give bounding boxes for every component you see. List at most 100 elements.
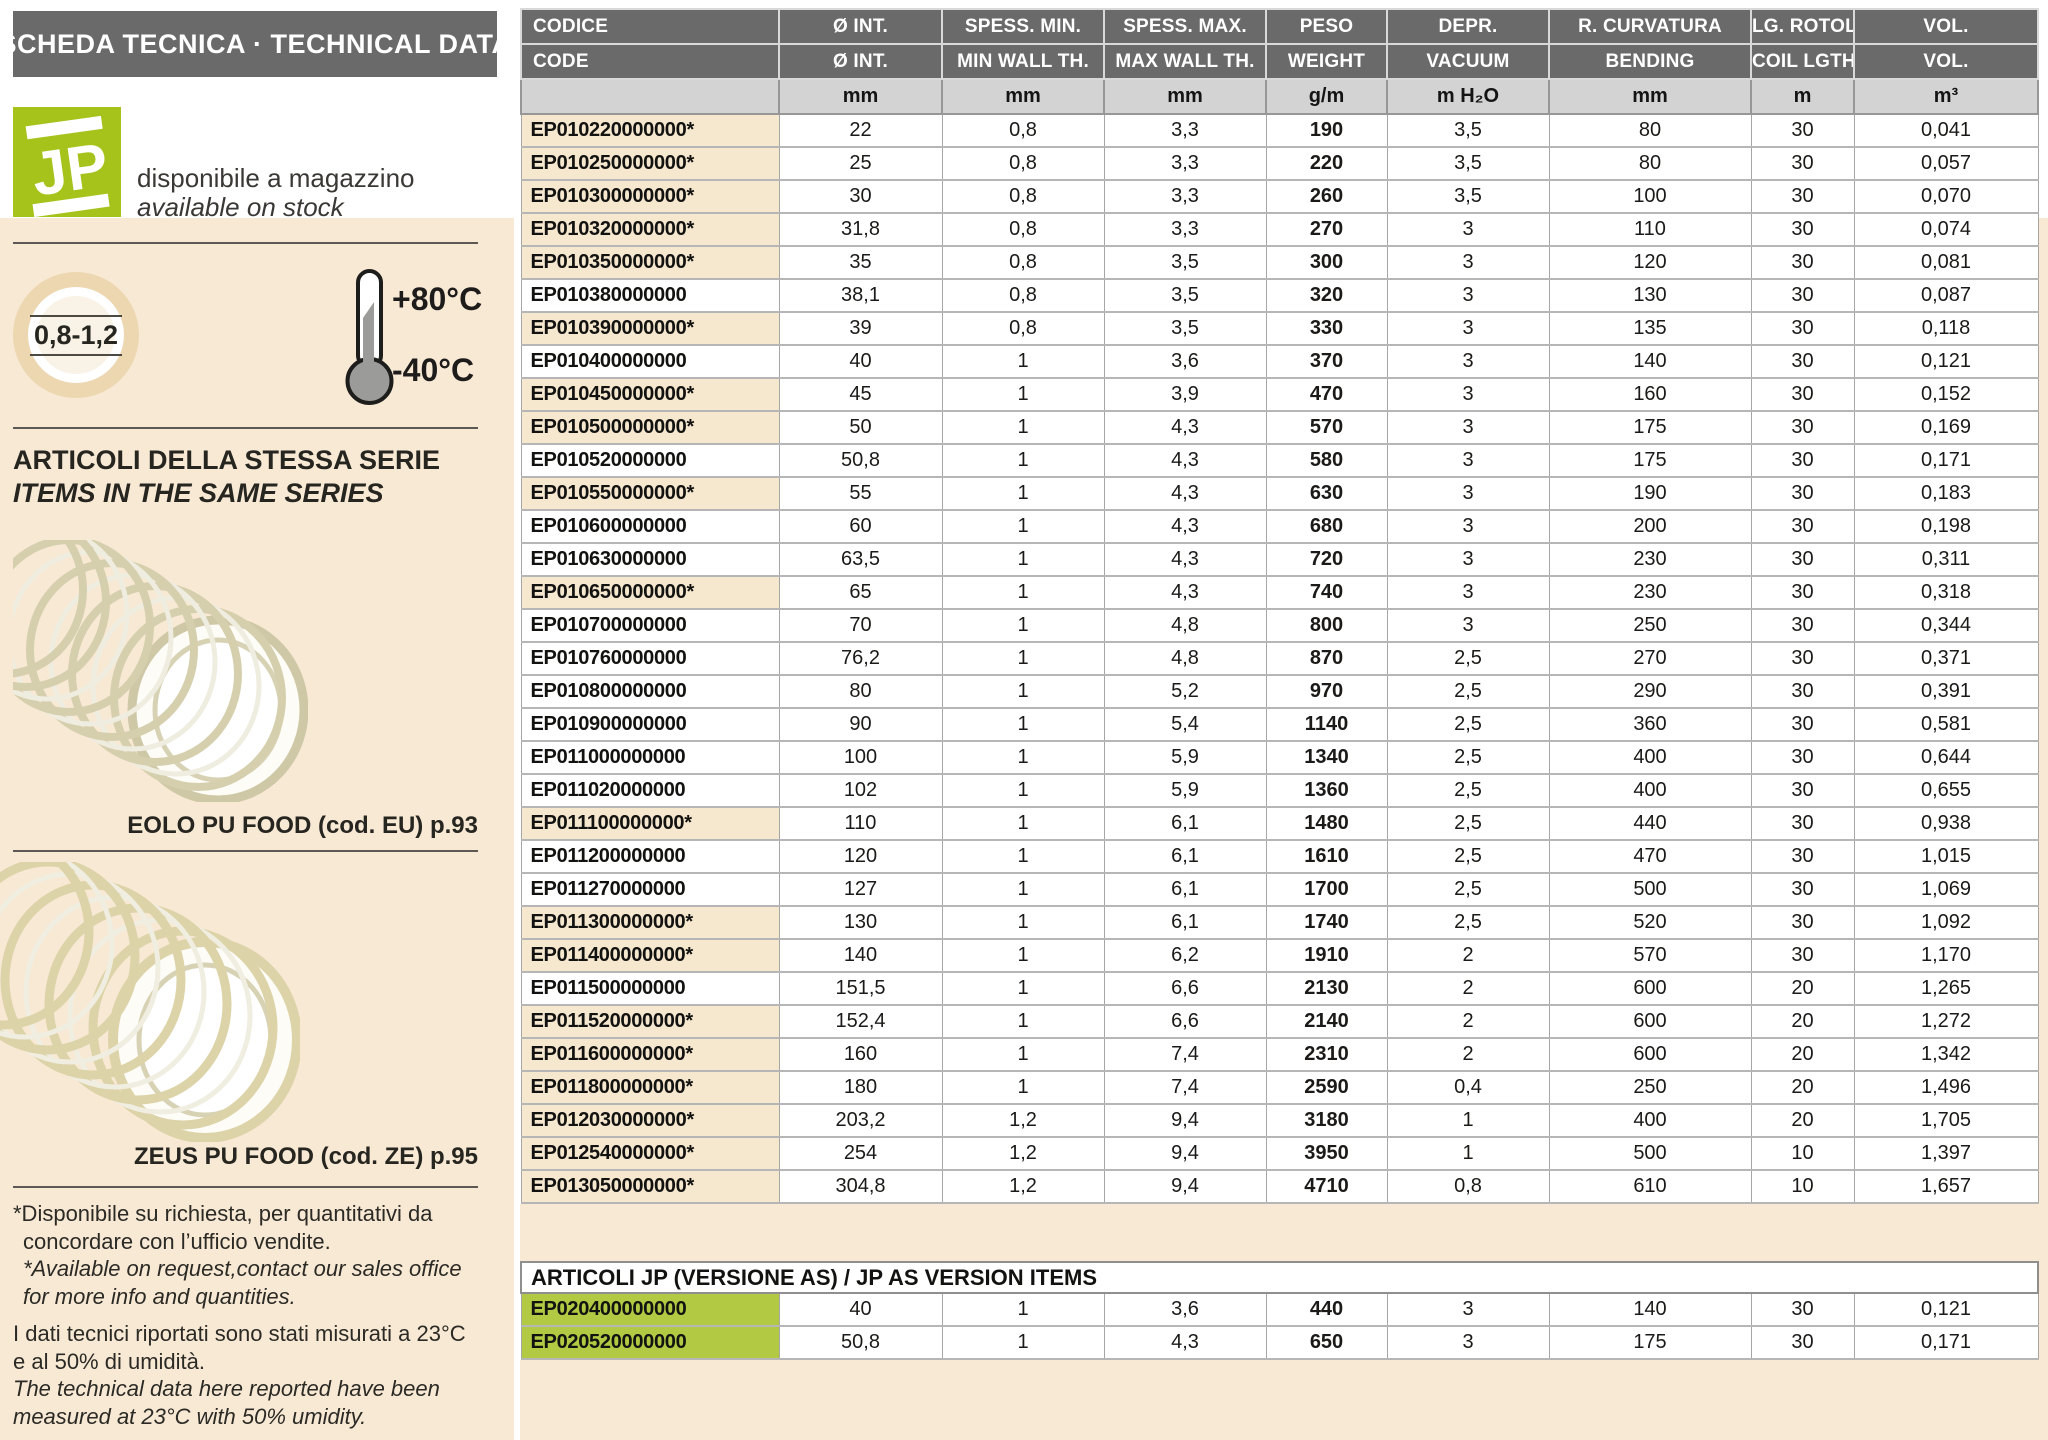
value-cell: 0,581 xyxy=(1854,708,2038,741)
value-cell: 1 xyxy=(942,609,1104,642)
value-cell: 30 xyxy=(1751,807,1854,840)
value-cell: 20 xyxy=(1751,1104,1854,1137)
code-cell: EP010520000000 xyxy=(521,444,779,477)
value-cell: 6,6 xyxy=(1104,1005,1266,1038)
code-cell: EP010600000000 xyxy=(521,510,779,543)
header-cell: m³ xyxy=(1854,79,2038,114)
divider xyxy=(13,850,478,852)
value-cell: 4,3 xyxy=(1104,477,1266,510)
series-heading: ARTICOLI DELLA STESSA SERIE ITEMS IN THE… xyxy=(13,444,440,510)
value-cell: 1340 xyxy=(1266,741,1387,774)
value-cell: 1,069 xyxy=(1854,873,2038,906)
code-cell: EP011400000000* xyxy=(521,939,779,972)
value-cell: 80 xyxy=(779,675,942,708)
value-cell: 100 xyxy=(779,741,942,774)
header-cell: MIN WALL TH. xyxy=(942,44,1104,79)
code-cell: EP011520000000* xyxy=(521,1005,779,1038)
value-cell: 1610 xyxy=(1266,840,1387,873)
value-cell: 3,9 xyxy=(1104,378,1266,411)
value-cell: 160 xyxy=(779,1038,942,1071)
value-cell: 30 xyxy=(1751,213,1854,246)
spec-row: EP0108000000008015,29702,5290300,391 xyxy=(521,675,2038,708)
value-cell: 3,5 xyxy=(1387,114,1549,147)
footnote-line: The technical data here reported have be… xyxy=(13,1375,503,1403)
value-cell: 0,8 xyxy=(1387,1170,1549,1203)
value-cell: 22 xyxy=(779,114,942,147)
code-cell: EP011300000000* xyxy=(521,906,779,939)
value-cell: 3,6 xyxy=(1104,345,1266,378)
value-cell: 0,644 xyxy=(1854,741,2038,774)
value-cell: 500 xyxy=(1549,873,1751,906)
value-cell: 20 xyxy=(1751,1038,1854,1071)
jp-stock-logo: JP xyxy=(13,107,121,217)
value-cell: 0,057 xyxy=(1854,147,2038,180)
value-cell: 0,041 xyxy=(1854,114,2038,147)
spec-row: EP010500000000*5014,35703175300,169 xyxy=(521,411,2038,444)
code-cell: EP011100000000* xyxy=(521,807,779,840)
code-cell: EP011600000000* xyxy=(521,1038,779,1071)
value-cell: 0,081 xyxy=(1854,246,2038,279)
code-cell: EP012030000000* xyxy=(521,1104,779,1137)
header-cell: COIL LGTH. xyxy=(1751,44,1854,79)
value-cell: 0,391 xyxy=(1854,675,2038,708)
value-cell: 4,3 xyxy=(1104,1326,1266,1359)
value-cell: 30 xyxy=(1751,411,1854,444)
value-cell: 1,2 xyxy=(942,1170,1104,1203)
code-cell: EP011800000000* xyxy=(521,1071,779,1104)
header-cell xyxy=(521,79,779,114)
code-cell: EP011500000000 xyxy=(521,972,779,1005)
value-cell: 400 xyxy=(1549,774,1751,807)
value-cell: 1,170 xyxy=(1854,939,2038,972)
value-cell: 1 xyxy=(942,444,1104,477)
header-cell: m H₂O xyxy=(1387,79,1549,114)
value-cell: 1140 xyxy=(1266,708,1387,741)
value-cell: 630 xyxy=(1266,477,1387,510)
temp-min-label: -40°C xyxy=(392,352,474,389)
value-cell: 1 xyxy=(942,576,1104,609)
value-cell: 0,8 xyxy=(942,279,1104,312)
value-cell: 120 xyxy=(1549,246,1751,279)
value-cell: 3,5 xyxy=(1387,147,1549,180)
value-cell: 1700 xyxy=(1266,873,1387,906)
value-cell: 30 xyxy=(1751,477,1854,510)
value-cell: 9,4 xyxy=(1104,1170,1266,1203)
value-cell: 2,5 xyxy=(1387,675,1549,708)
value-cell: 190 xyxy=(1266,114,1387,147)
value-cell: 0,183 xyxy=(1854,477,2038,510)
value-cell: 10 xyxy=(1751,1170,1854,1203)
code-cell: EP013050000000* xyxy=(521,1170,779,1203)
code-cell: EP011020000000 xyxy=(521,774,779,807)
divider xyxy=(13,1186,478,1188)
value-cell: 250 xyxy=(1549,609,1751,642)
value-cell: 0,311 xyxy=(1854,543,2038,576)
value-cell: 1 xyxy=(942,1293,1104,1326)
units-row: mmmmmmg/mm H₂Ommmm³ xyxy=(521,79,2038,114)
value-cell: 3,3 xyxy=(1104,180,1266,213)
value-cell: 0,8 xyxy=(942,114,1104,147)
value-cell: 740 xyxy=(1266,576,1387,609)
value-cell: 470 xyxy=(1549,840,1751,873)
value-cell: 30 xyxy=(1751,345,1854,378)
value-cell: 30 xyxy=(1751,642,1854,675)
value-cell: 9,4 xyxy=(1104,1137,1266,1170)
value-cell: 76,2 xyxy=(779,642,942,675)
value-cell: 330 xyxy=(1266,312,1387,345)
hose-photo-zeus xyxy=(0,862,300,1142)
related-item-caption-eolo: EOLO PU FOOD (cod. EU) p.93 xyxy=(13,812,478,840)
spec-row: EP011520000000*152,416,621402600201,272 xyxy=(521,1005,2038,1038)
value-cell: 6,1 xyxy=(1104,906,1266,939)
value-cell: 152,4 xyxy=(779,1005,942,1038)
value-cell: 30 xyxy=(1751,510,1854,543)
as-table-title-row: ARTICOLI JP (VERSIONE AS) / JP AS VERSIO… xyxy=(521,1262,2038,1293)
value-cell: 570 xyxy=(1266,411,1387,444)
value-cell: 140 xyxy=(779,939,942,972)
value-cell: 2 xyxy=(1387,1038,1549,1071)
value-cell: 30 xyxy=(1751,774,1854,807)
value-cell: 1,015 xyxy=(1854,840,2038,873)
value-cell: 1,092 xyxy=(1854,906,2038,939)
header-cell: SPESS. MIN. xyxy=(942,9,1104,44)
value-cell: 1910 xyxy=(1266,939,1387,972)
code-cell: EP010700000000 xyxy=(521,609,779,642)
value-cell: 0,318 xyxy=(1854,576,2038,609)
value-cell: 800 xyxy=(1266,609,1387,642)
